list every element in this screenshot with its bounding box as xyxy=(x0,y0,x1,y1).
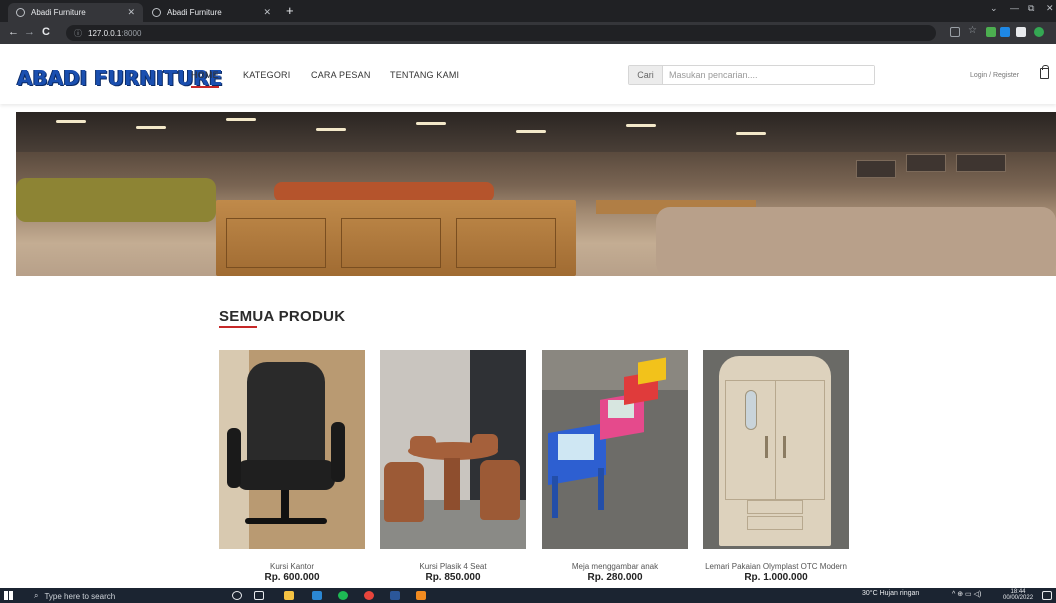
notifications-icon[interactable] xyxy=(1042,591,1052,600)
search-icon: ⌕ xyxy=(34,591,39,600)
login-register-link[interactable]: Login / Register xyxy=(970,72,1019,79)
product-price: Rp. 1.000.000 xyxy=(744,572,808,583)
browser-toolbar: ← → C ⓘ 127.0.0.1:8000 ☆ xyxy=(0,22,1056,44)
site-header: ABADI FURNITURE HOME KATEGORI CARA PESAN… xyxy=(0,44,1056,104)
shopping-bag-icon[interactable] xyxy=(1040,65,1049,79)
search-input[interactable] xyxy=(663,66,874,84)
bookmark-star-icon[interactable]: ☆ xyxy=(968,25,978,36)
tab-search-icon[interactable]: ⌄ xyxy=(990,3,998,14)
browser-tab-strip: Abadi Furniture ✕ Abadi Furniture ✕ + ⌄ … xyxy=(0,0,1056,22)
vscode-icon[interactable] xyxy=(312,591,322,600)
word-icon[interactable] xyxy=(390,591,400,600)
nav-kategori[interactable]: KATEGORI xyxy=(243,70,290,80)
product-card[interactable]: Kursi Plasik 4 Seat Rp. 850.000 xyxy=(380,350,526,584)
xampp-icon[interactable] xyxy=(416,591,426,600)
product-name[interactable]: Kursi Plasik 4 Seat xyxy=(380,562,526,572)
reload-icon[interactable]: C xyxy=(42,26,50,38)
browser-tab[interactable]: Abadi Furniture ✕ xyxy=(144,3,279,22)
product-image-kids-drawing-desks[interactable] xyxy=(542,350,688,549)
minimize-icon[interactable]: — xyxy=(1010,3,1019,13)
spotify-icon[interactable] xyxy=(338,591,348,600)
product-card[interactable]: Meja menggambar anak Rp. 280.000 xyxy=(542,350,688,584)
product-name[interactable]: Meja menggambar anak xyxy=(542,562,688,572)
windows-taskbar: ⌕ Type here to search 30°C Hujan ringan … xyxy=(0,588,1056,603)
nav-home[interactable]: HOME xyxy=(191,70,219,88)
url-host: 127.0.0.1 xyxy=(88,28,122,38)
close-window-icon[interactable]: ✕ xyxy=(1046,3,1054,14)
restore-icon[interactable]: ⧉ xyxy=(1028,3,1034,14)
address-bar[interactable]: ⓘ 127.0.0.1:8000 xyxy=(66,25,936,41)
cortana-icon[interactable] xyxy=(232,591,242,600)
product-image-office-chair[interactable] xyxy=(219,350,365,549)
browser-tab-active[interactable]: Abadi Furniture ✕ xyxy=(8,3,143,22)
globe-icon xyxy=(16,8,25,17)
new-tab-button[interactable]: + xyxy=(286,3,294,18)
tab-title: Abadi Furniture xyxy=(167,8,222,17)
close-tab-icon[interactable]: ✕ xyxy=(263,7,271,18)
tab-title: Abadi Furniture xyxy=(31,8,86,17)
file-explorer-icon[interactable] xyxy=(284,591,294,600)
product-card[interactable]: Lemari Pakaian Olymplast OTC Modern Rp. … xyxy=(703,350,849,584)
system-tray-icons[interactable]: ^ ⊕ ▭ ◁) xyxy=(952,590,981,598)
taskbar-search-placeholder: Type here to search xyxy=(44,591,116,601)
close-tab-icon[interactable]: ✕ xyxy=(127,7,135,18)
product-image-plastic-table-set[interactable] xyxy=(380,350,526,549)
clock[interactable]: 18:44 00/00/2022 xyxy=(1003,589,1033,601)
product-price: Rp. 600.000 xyxy=(264,572,320,583)
extension-icon[interactable] xyxy=(986,27,996,37)
site-info-icon[interactable]: ⓘ xyxy=(74,28,82,39)
extension-icon[interactable] xyxy=(1000,27,1010,37)
clock-date: 00/00/2022 xyxy=(1003,595,1034,601)
product-name[interactable]: Kursi Kantor xyxy=(219,562,365,572)
profile-avatar-icon[interactable] xyxy=(1034,27,1044,37)
search-label: Cari xyxy=(629,66,663,84)
section-title-underline xyxy=(219,326,257,328)
product-name[interactable]: Lemari Pakaian Olymplast OTC Modern xyxy=(703,562,849,572)
nav-tentang-kami[interactable]: TENTANG KAMI xyxy=(390,70,459,80)
product-card[interactable]: Kursi Kantor Rp. 600.000 xyxy=(219,350,365,584)
url-port: :8000 xyxy=(121,28,142,38)
search-box: Cari xyxy=(628,65,875,85)
extensions-puzzle-icon[interactable] xyxy=(1016,27,1026,37)
hero-banner-image xyxy=(16,112,1056,276)
forward-arrow-icon[interactable]: → xyxy=(24,26,35,38)
weather-widget[interactable]: 30°C Hujan ringan xyxy=(862,590,919,597)
task-view-icon[interactable] xyxy=(254,591,264,600)
product-price: Rp. 280.000 xyxy=(587,572,643,583)
windows-start-icon[interactable] xyxy=(4,591,13,600)
product-price: Rp. 850.000 xyxy=(425,572,481,583)
product-image-wardrobe[interactable] xyxy=(703,350,849,549)
share-icon[interactable] xyxy=(950,27,960,37)
section-title: SEMUA PRODUK xyxy=(219,308,346,325)
globe-icon xyxy=(152,8,161,17)
chrome-icon[interactable] xyxy=(364,591,374,600)
nav-cara-pesan[interactable]: CARA PESAN xyxy=(311,70,371,80)
back-arrow-icon[interactable]: ← xyxy=(8,26,19,38)
taskbar-search-box[interactable]: ⌕ Type here to search xyxy=(34,590,224,602)
